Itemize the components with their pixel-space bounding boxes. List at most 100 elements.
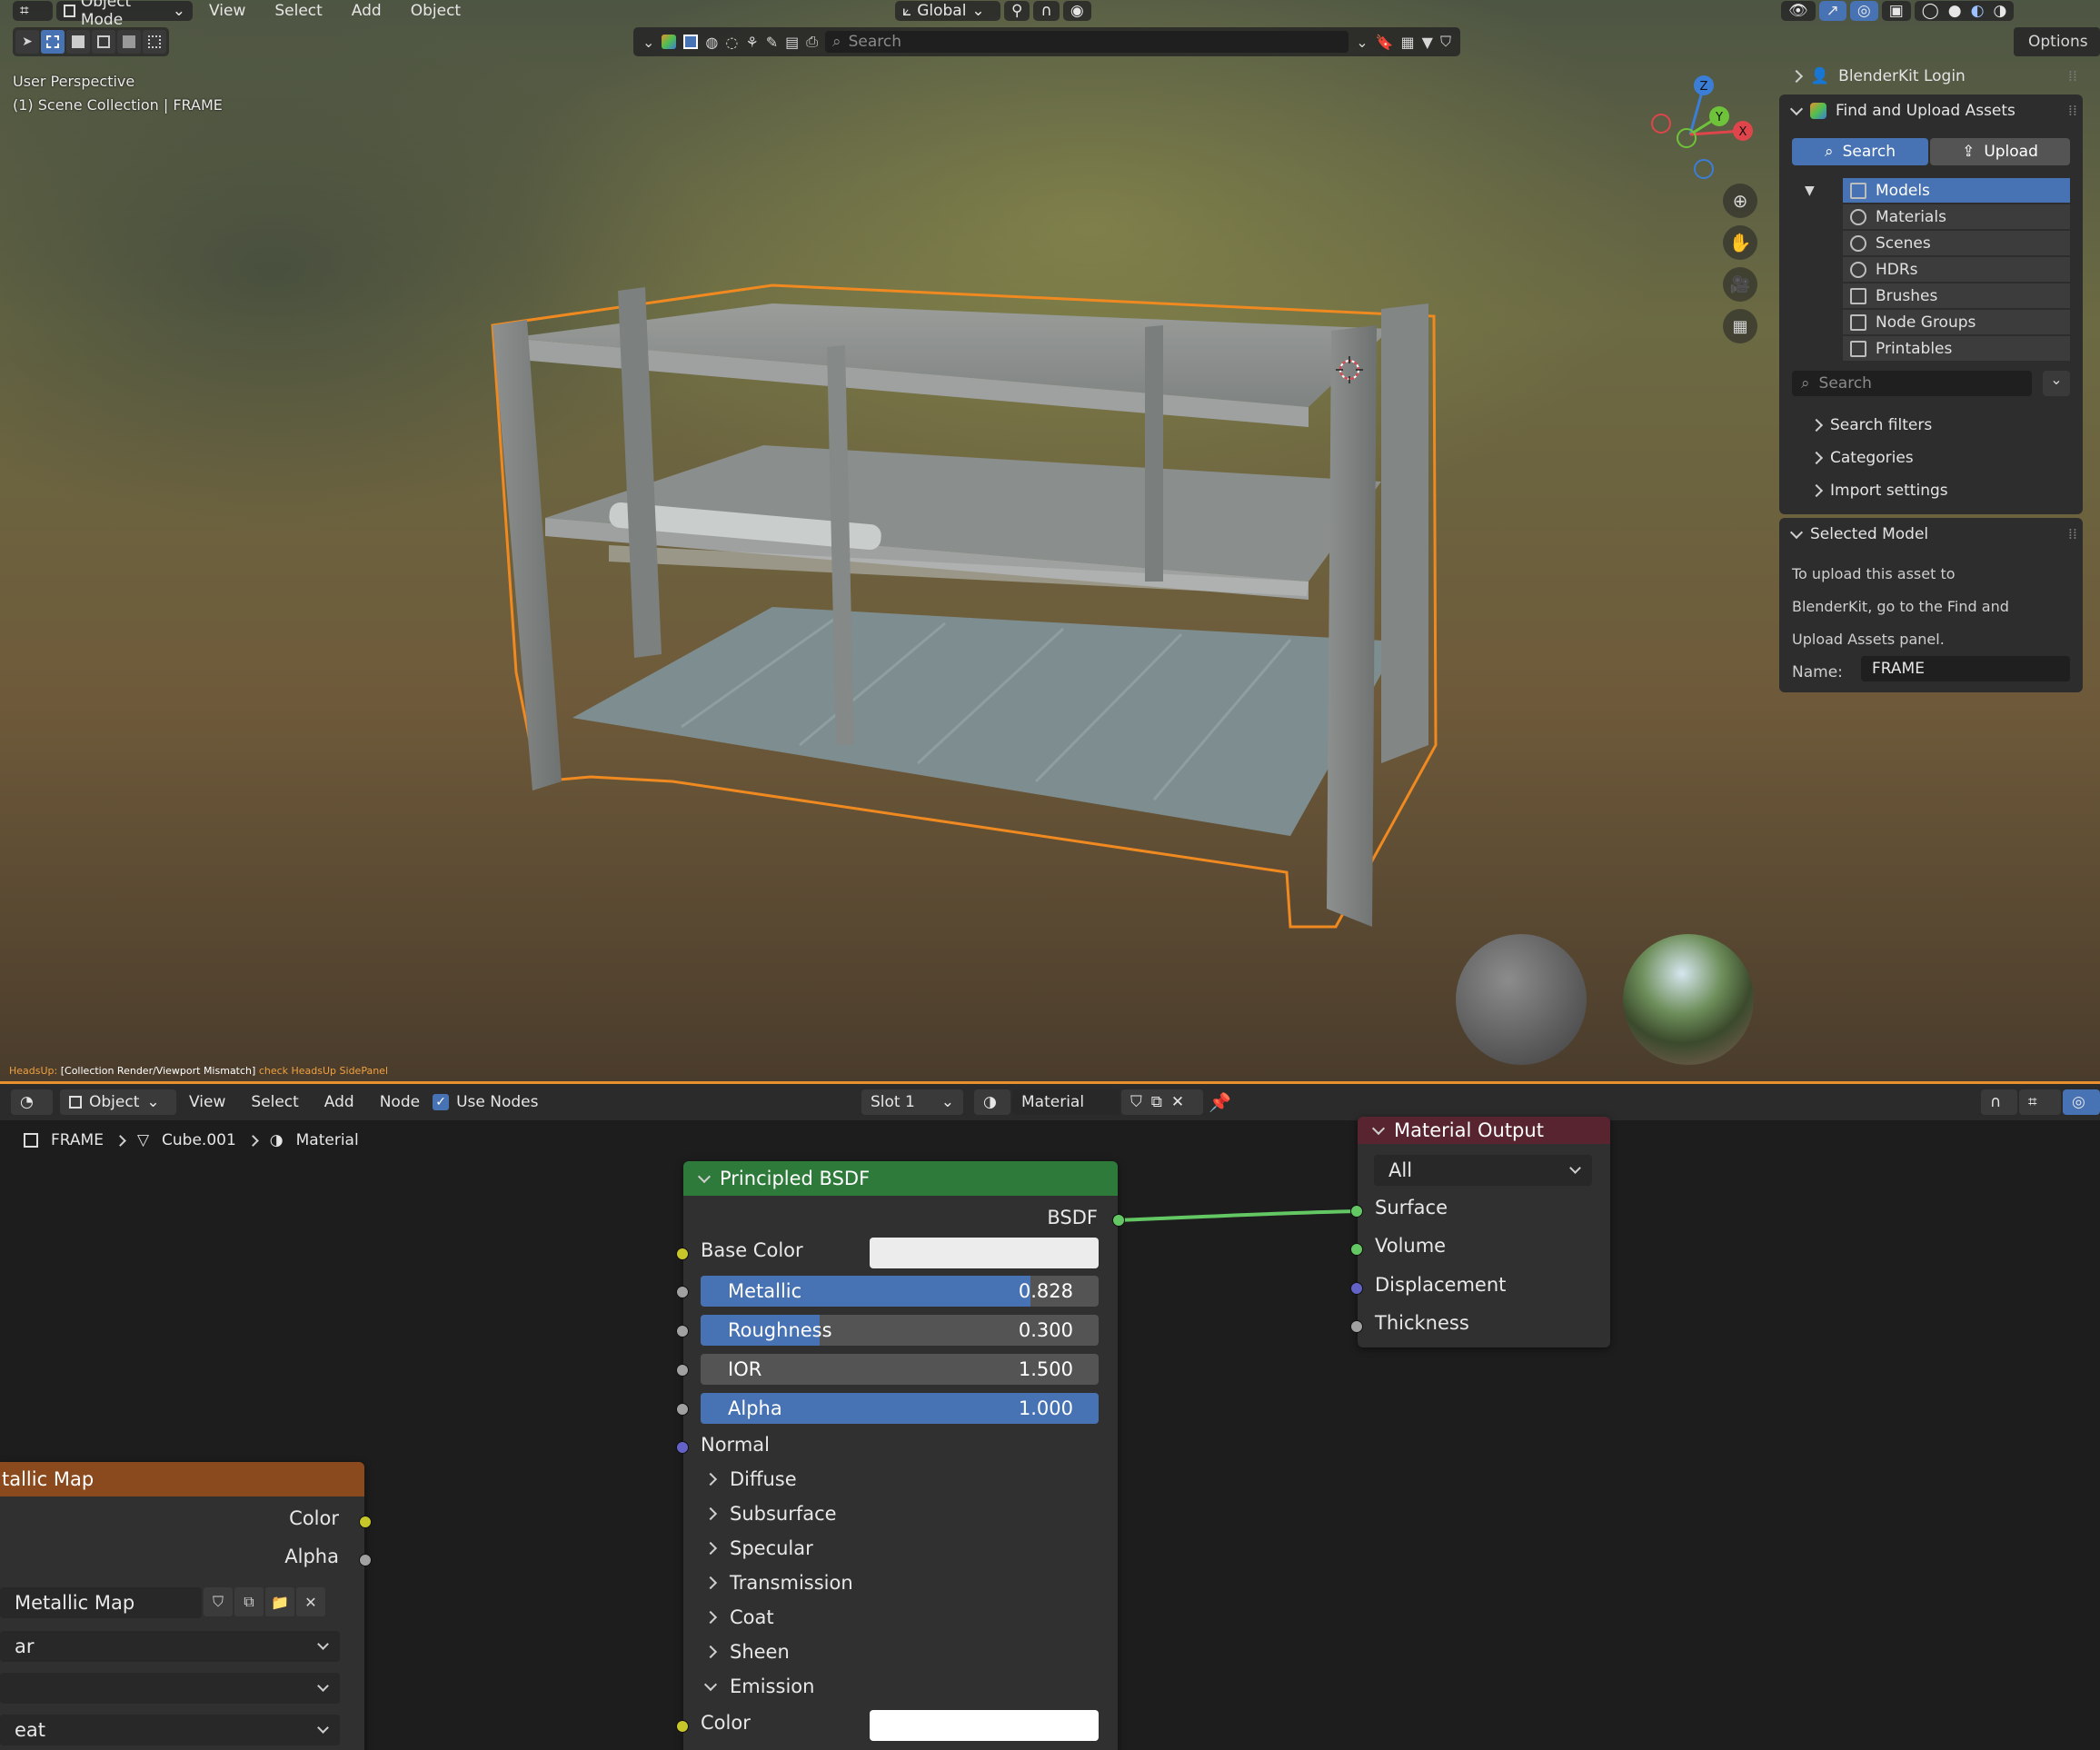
metallic-socket[interactable] [676, 1286, 689, 1298]
category-hdrs[interactable]: HDRs [1843, 257, 2070, 282]
select-new-button[interactable] [41, 30, 65, 54]
transform-orientation-dropdown[interactable]: ⟀ Global ⌄ [895, 1, 1000, 21]
options-button[interactable]: Options [2014, 27, 2100, 56]
drag-handle-icon[interactable]: ⁞⁞ [2068, 102, 2077, 119]
solid-shading-icon[interactable]: ● [1948, 2, 1962, 20]
overlay-toggle[interactable]: ◎ [1849, 1, 1878, 21]
category-models[interactable]: Models [1843, 178, 2070, 203]
printables-filter-icon[interactable]: ⎙ [806, 33, 818, 51]
base-color-swatch[interactable] [870, 1238, 1099, 1268]
drag-handle-icon[interactable]: ⁞⁞ [2068, 67, 2077, 85]
name-field[interactable]: FRAME [1861, 656, 2070, 681]
image-name-field[interactable]: Metallic Map [0, 1587, 202, 1618]
drag-handle-icon[interactable]: ⁞⁞ [2068, 525, 2077, 542]
blenderkit-search-input[interactable]: ⌕ Search [825, 31, 1349, 53]
ortho-toggle-button[interactable]: ▦ [1723, 309, 1757, 343]
chevron-down-icon[interactable]: ⌄ [1356, 34, 1368, 51]
surface-socket[interactable] [1350, 1205, 1363, 1218]
panel-sheen[interactable]: Sheen [703, 1641, 790, 1663]
categories-toggle[interactable]: Categories [1809, 449, 1914, 467]
brushes-filter-icon[interactable]: ✎ [766, 34, 778, 51]
output-target-dropdown[interactable]: All [1374, 1155, 1592, 1186]
menu-object[interactable]: Object [398, 2, 473, 20]
select-extend-button[interactable] [66, 30, 90, 54]
layout-icon[interactable]: ▦ [1401, 34, 1415, 51]
thickness-socket[interactable] [1350, 1320, 1363, 1333]
interpolation-dropdown[interactable]: ar [0, 1631, 340, 1662]
shader-node-editor[interactable]: ◔ Object ⌄ View Select Add Node ✓ Use No… [0, 1084, 2100, 1750]
select-subtract-button[interactable] [92, 30, 115, 54]
volume-socket[interactable] [1350, 1243, 1363, 1256]
displacement-socket[interactable] [1350, 1282, 1363, 1295]
panel-subsurface[interactable]: Subsurface [703, 1503, 837, 1525]
roughness-socket[interactable] [676, 1325, 689, 1337]
collapse-triangle-icon[interactable]: ▼ [1805, 184, 1815, 198]
menu-view[interactable]: View [196, 2, 258, 20]
category-brushes[interactable]: Brushes [1843, 283, 2070, 308]
principled-bsdf-header[interactable]: Principled BSDF [683, 1161, 1118, 1196]
search-options-button[interactable]: ⌄ [2043, 371, 2070, 396]
login-section[interactable]: 👤 BlenderKit Login ⁞⁞ [1779, 60, 2083, 93]
material-output-node[interactable]: Material Output All Surface Volume Displ… [1350, 1117, 1610, 1347]
filter-icon[interactable]: ▼ [1422, 34, 1433, 51]
shield-icon[interactable]: ⛉ [1440, 33, 1451, 51]
ior-socket[interactable] [676, 1364, 689, 1377]
3d-viewport[interactable]: ⌗ Object Mode ⌄ View Select Add Object ⟀… [0, 0, 2100, 1081]
emission-color-swatch[interactable] [870, 1710, 1099, 1741]
chevron-down-icon[interactable] [697, 1169, 712, 1183]
mode-dropdown[interactable]: Object Mode ⌄ [56, 0, 193, 29]
base-color-socket[interactable] [676, 1248, 689, 1260]
bookmark-icon[interactable]: 🔖 [1376, 34, 1394, 51]
models-filter-icon[interactable] [683, 35, 699, 49]
panel-specular[interactable]: Specular [703, 1537, 813, 1559]
blenderkit-logo-icon[interactable] [662, 35, 677, 49]
hdrs-filter-icon[interactable]: ◌ [725, 34, 738, 51]
materials-filter-icon[interactable]: ◍ [705, 34, 718, 51]
panel-transmission[interactable]: Transmission [703, 1572, 853, 1594]
xray-toggle[interactable]: ▣ [1881, 1, 1911, 21]
editor-type-button[interactable]: ⌗ [13, 1, 53, 21]
snap-toggle[interactable]: ∩ [1033, 1, 1060, 21]
unlink-image-button[interactable]: ✕ [296, 1587, 325, 1616]
panel-diffuse[interactable]: Diffuse [703, 1468, 797, 1490]
normal-socket[interactable] [676, 1441, 689, 1454]
gizmo-toggle[interactable]: ↗ [1818, 1, 1846, 21]
category-node-groups[interactable]: Node Groups [1843, 310, 2070, 334]
chevron-down-icon[interactable]: ⌄ [642, 34, 654, 51]
metallic-map-header[interactable]: tallic Map [0, 1462, 364, 1496]
tweak-tool-button[interactable]: ➤ [15, 30, 39, 54]
category-scenes[interactable]: Scenes [1843, 231, 2070, 255]
camera-view-button[interactable]: 🎥 [1723, 267, 1757, 302]
panel-emission[interactable]: Emission [703, 1675, 814, 1697]
metallic-slider[interactable]: Metallic 0.828 [701, 1276, 1099, 1307]
visibility-dropdown[interactable]: 👁 [1781, 1, 1816, 21]
select-intersect-button[interactable] [143, 30, 166, 54]
open-image-button[interactable]: 📁 [265, 1587, 294, 1616]
projection-dropdown[interactable] [0, 1673, 340, 1704]
rendered-shading-icon[interactable]: ◑ [1993, 2, 2006, 20]
menu-add[interactable]: Add [339, 2, 394, 20]
asset-search-input[interactable]: ⌕ Search [1792, 371, 2032, 396]
proportional-edit-toggle[interactable]: ◉ [1062, 1, 1091, 21]
scenes-filter-icon[interactable]: ⚘ [745, 34, 758, 51]
fake-user-button[interactable]: ⛉ [204, 1587, 233, 1616]
category-materials[interactable]: Materials [1843, 204, 2070, 229]
pan-button[interactable]: ✋ [1723, 225, 1757, 260]
panel-coat[interactable]: Coat [703, 1606, 774, 1628]
search-filters-toggle[interactable]: Search filters [1809, 416, 1932, 434]
chevron-down-icon[interactable] [1371, 1121, 1386, 1135]
alpha-output-socket[interactable] [359, 1554, 372, 1566]
principled-bsdf-node[interactable]: Principled BSDF BSDF Base Color Metallic… [676, 1161, 1125, 1750]
search-tab[interactable]: ⌕ Search [1792, 138, 1928, 165]
color-output-socket[interactable] [359, 1516, 372, 1528]
find-upload-header[interactable]: Find and Upload Assets [1789, 102, 2015, 120]
menu-select[interactable]: Select [262, 2, 334, 20]
shading-mode-buttons[interactable]: ◯ ● ◐ ◑ [1914, 1, 2015, 21]
category-printables[interactable]: Printables [1843, 336, 2070, 361]
duplicate-button[interactable]: ⧉ [234, 1587, 264, 1616]
material-shading-icon[interactable]: ◐ [1971, 2, 1985, 20]
roughness-slider[interactable]: Roughness 0.300 [701, 1315, 1099, 1346]
selected-model-header[interactable]: Selected Model [1789, 525, 1928, 543]
ior-field[interactable]: IOR 1.500 [701, 1354, 1099, 1385]
select-invert-button[interactable] [117, 30, 141, 54]
